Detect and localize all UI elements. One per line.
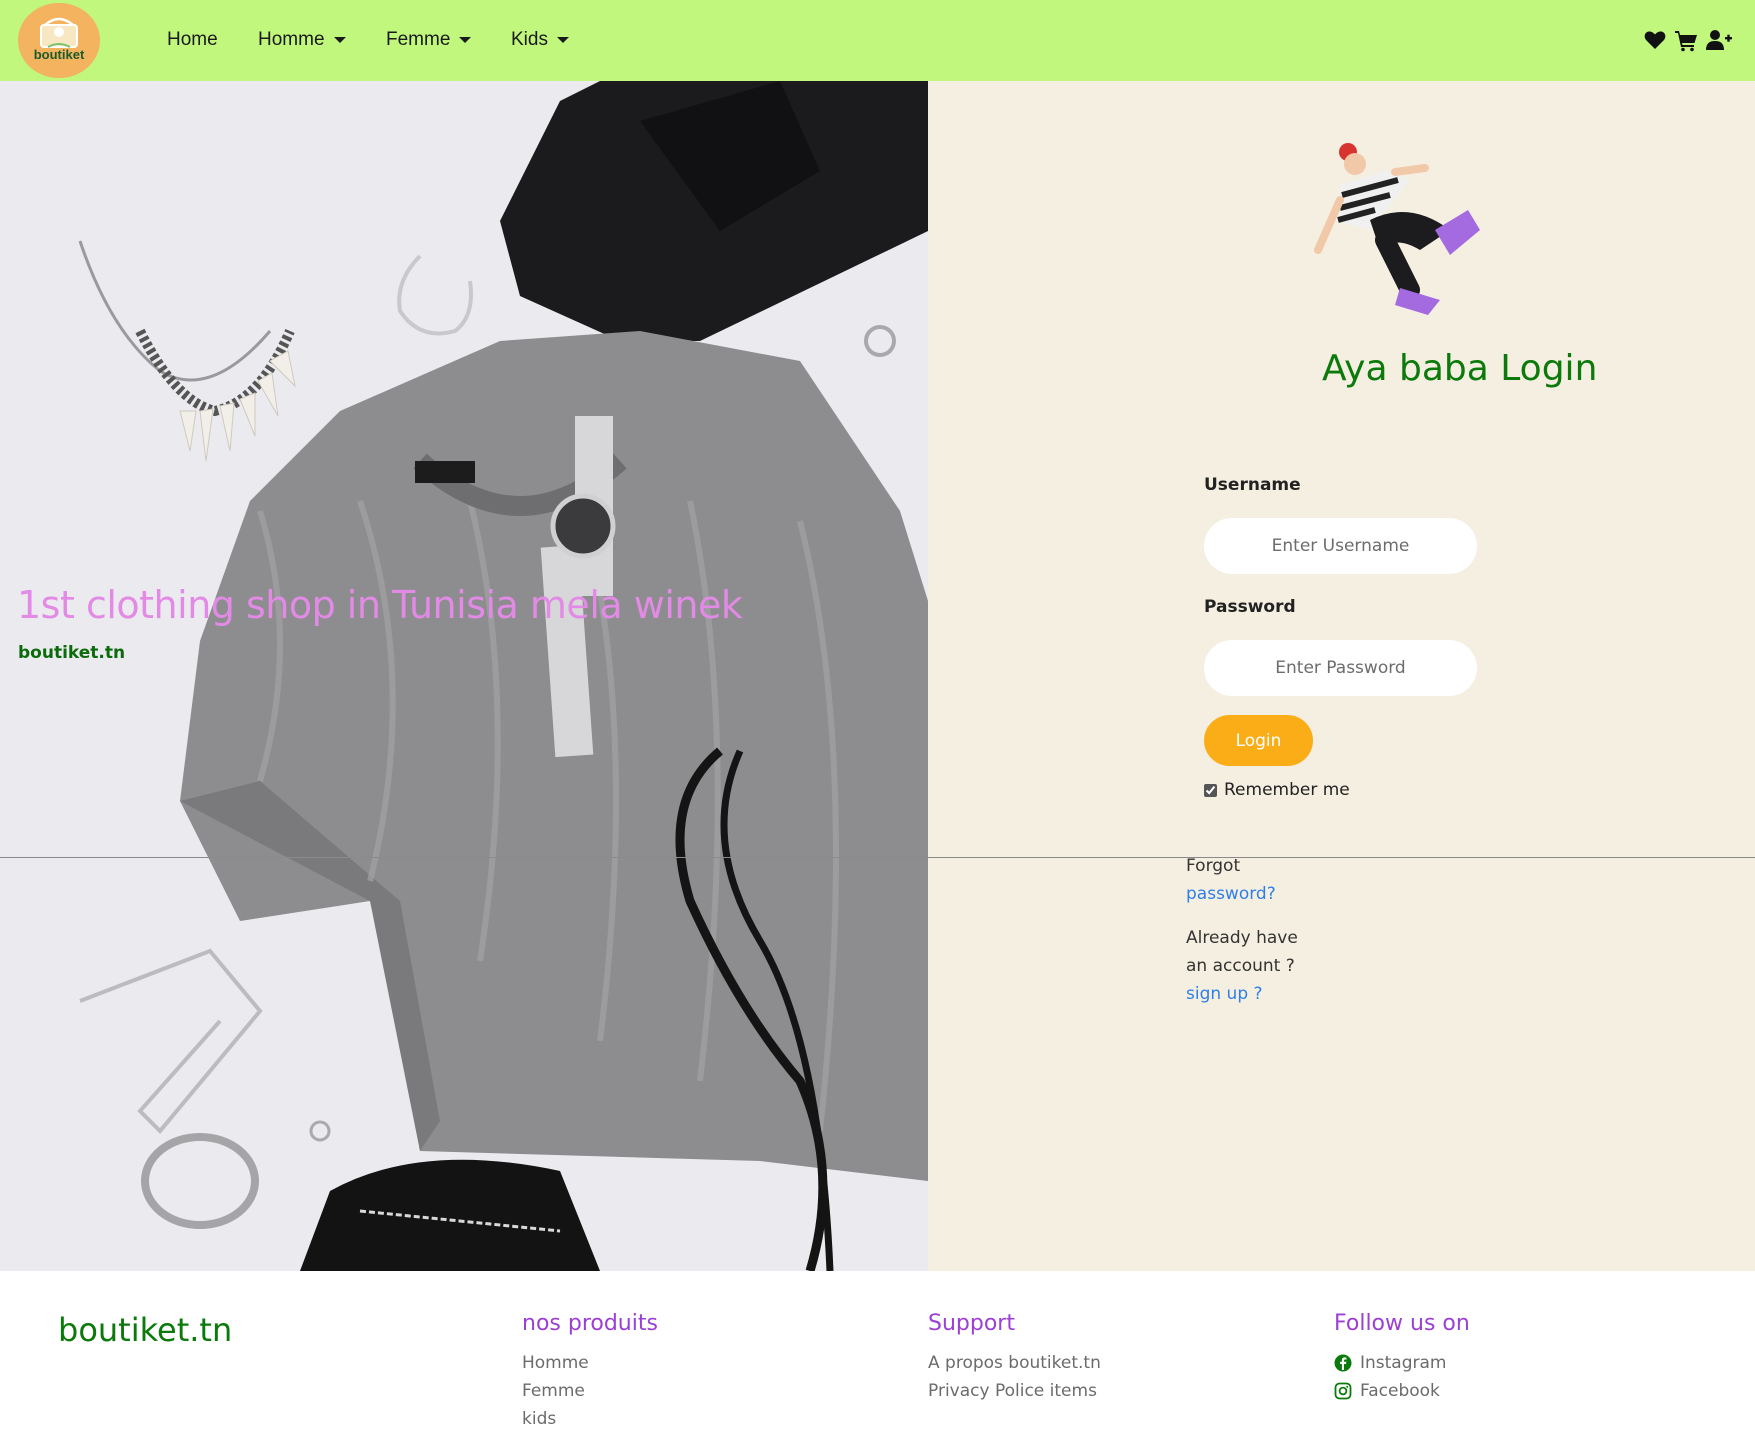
remember-me-label: Remember me xyxy=(1224,780,1350,800)
footer-support-list: A propos boutiket.tn Privacy Police item… xyxy=(928,1349,1101,1405)
username-input[interactable] xyxy=(1204,518,1477,574)
footer-follow-heading: Follow us on xyxy=(1334,1311,1470,1336)
signup-link[interactable]: sign up ? xyxy=(1186,980,1326,1008)
already-text-line2: an account ? xyxy=(1186,956,1295,976)
footer-products-list: Homme Femme kids xyxy=(522,1349,589,1433)
facebook-icon xyxy=(1334,1354,1352,1372)
footer-social-list: Instagram Facebook xyxy=(1334,1349,1447,1405)
footer-link-kids[interactable]: kids xyxy=(522,1405,589,1433)
footer-brand: boutiket.tn xyxy=(58,1311,233,1349)
heart-icon[interactable] xyxy=(1643,28,1667,52)
facebook-label: Facebook xyxy=(1360,1381,1440,1401)
nav-femme-label: Femme xyxy=(386,29,451,50)
caret-down-icon xyxy=(333,37,346,43)
nav-femme-dropdown[interactable]: Femme xyxy=(386,29,472,51)
nav-kids-dropdown[interactable]: Kids xyxy=(511,29,569,51)
logo-text: boutiket xyxy=(33,47,85,62)
shopping-bag-icon xyxy=(19,3,99,78)
mascot-illustration xyxy=(1314,143,1480,315)
footer-link-facebook[interactable]: Facebook xyxy=(1334,1377,1447,1405)
nav-kids-label: Kids xyxy=(511,29,548,50)
username-label: Username xyxy=(1204,475,1301,495)
login-title: Aya baba Login xyxy=(1322,348,1598,389)
instagram-icon xyxy=(1334,1382,1352,1400)
footer-support-heading: Support xyxy=(928,1311,1015,1336)
divider-line xyxy=(0,857,1755,858)
brand-logo[interactable]: boutiket xyxy=(18,3,100,78)
footer-link-femme[interactable]: Femme xyxy=(522,1377,589,1405)
clothing-flatlay-image xyxy=(0,81,928,1271)
navbar: boutiket Home Homme Femme Kids xyxy=(0,0,1755,81)
footer-link-about[interactable]: A propos boutiket.tn xyxy=(928,1349,1101,1377)
password-input[interactable] xyxy=(1204,640,1477,696)
nav-homme-dropdown[interactable]: Homme xyxy=(258,29,346,51)
nav-homme-label: Homme xyxy=(258,29,325,50)
hero-subtitle: boutiket.tn xyxy=(18,643,126,663)
forgot-password: Forgot password? xyxy=(1186,852,1336,908)
hero-tagline: 1st clothing shop in Tunisia mela winek xyxy=(17,583,743,627)
footer-link-privacy[interactable]: Privacy Police items xyxy=(928,1377,1101,1405)
nav-home-label: Home xyxy=(167,29,218,50)
cart-icon[interactable] xyxy=(1674,28,1698,52)
forgot-text: Forgot xyxy=(1186,856,1241,876)
footer xyxy=(0,1271,1755,1448)
footer-link-instagram[interactable]: Instagram xyxy=(1334,1349,1447,1377)
footer-link-homme[interactable]: Homme xyxy=(522,1349,589,1377)
forgot-password-link[interactable]: password? xyxy=(1186,880,1336,908)
signup-prompt: Already have an account ? sign up ? xyxy=(1186,924,1326,1008)
instagram-label: Instagram xyxy=(1360,1353,1447,1373)
nav-home[interactable]: Home xyxy=(167,29,218,51)
password-label: Password xyxy=(1204,597,1296,617)
remember-me-checkbox[interactable] xyxy=(1204,783,1217,797)
caret-down-icon xyxy=(459,37,472,43)
user-plus-icon[interactable] xyxy=(1706,28,1732,52)
footer-products-heading: nos produits xyxy=(522,1311,658,1336)
already-text-line1: Already have xyxy=(1186,928,1298,948)
remember-me: Remember me xyxy=(1204,780,1350,800)
caret-down-icon xyxy=(556,37,569,43)
login-button[interactable]: Login xyxy=(1204,715,1313,766)
hero-image: 1st clothing shop in Tunisia mela winek … xyxy=(0,81,928,1271)
